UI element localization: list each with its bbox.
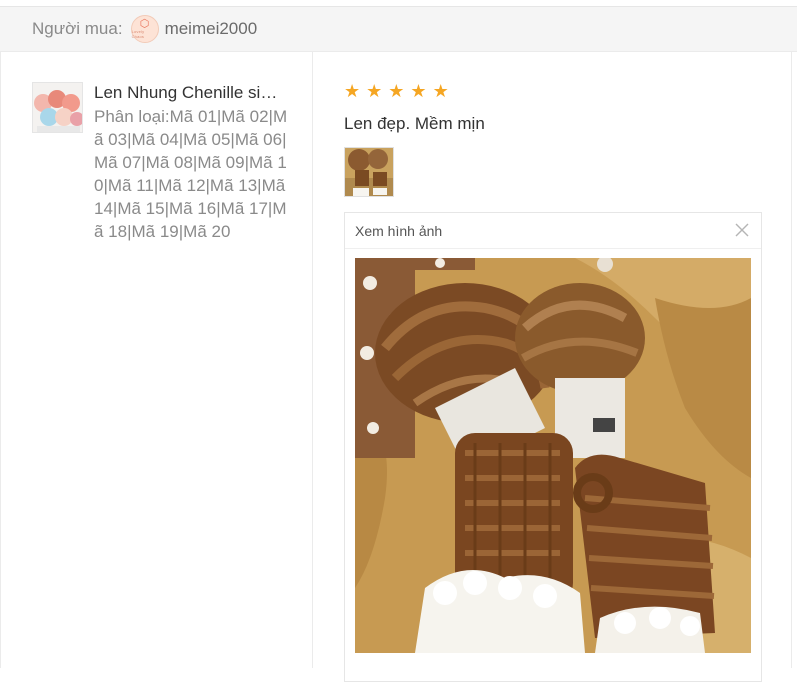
star-icon: ★ — [432, 81, 449, 101]
review-text: Len đẹp. Mềm mịn — [344, 114, 485, 133]
hexagon-logo-icon: ⬡ — [139, 18, 150, 30]
star-icon: ★ — [410, 81, 427, 101]
product-name[interactable]: Len Nhung Chenille si… — [94, 83, 290, 103]
star-icon: ★ — [388, 81, 405, 101]
buyer-name[interactable]: meimei2000 — [165, 19, 258, 39]
buyer-bar: Người mua: ⬡ Lovely Chaos meimei2000 — [0, 7, 797, 52]
image-viewer-title: Xem hình ảnh — [355, 222, 443, 239]
yarn-booties-photo — [355, 258, 751, 653]
image-viewer: Xem hình ảnh — [344, 212, 762, 682]
review-panel: ★ ★ ★ ★ ★ Len đẹp. Mềm mịn Xem hình ảnh — [313, 52, 792, 682]
rating-stars: ★ ★ ★ ★ ★ — [344, 80, 449, 102]
image-viewer-header: Xem hình ảnh — [345, 213, 761, 249]
product-variant: Phân loại:Mã 01|Mã 02|Mã 03|Mã 04|Mã 05|… — [94, 107, 288, 241]
product-thumbnail[interactable] — [32, 82, 83, 133]
star-icon: ★ — [344, 81, 361, 101]
review-photo-thumbnail[interactable] — [344, 147, 394, 197]
close-icon[interactable] — [733, 221, 751, 239]
yarn-booties-thumb-image — [345, 148, 393, 196]
star-icon: ★ — [366, 81, 383, 101]
review-photo-large[interactable] — [355, 258, 751, 653]
yarn-balls-image — [33, 83, 82, 132]
buyer-label: Người mua: — [32, 19, 123, 38]
product-panel: Len Nhung Chenille si… Phân loại:Mã 01|M… — [0, 52, 313, 668]
buyer-avatar[interactable]: ⬡ Lovely Chaos — [130, 15, 159, 43]
avatar-brand-text: Lovely Chaos — [131, 29, 145, 39]
